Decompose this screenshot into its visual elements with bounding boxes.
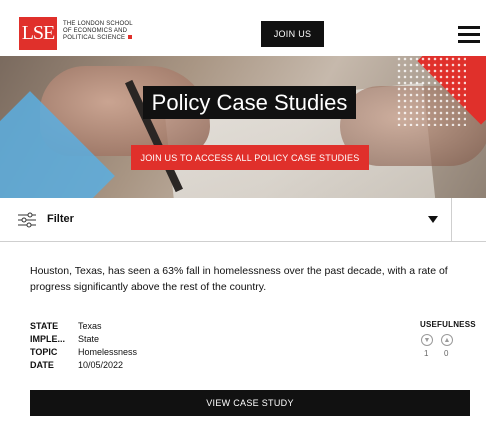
logo-line-3-text: POLITICAL SCIENCE: [63, 35, 126, 41]
view-case-study-button[interactable]: VIEW CASE STUDY: [30, 390, 470, 416]
meta-value: State: [78, 334, 100, 344]
meta-value: 10/05/2022: [78, 360, 124, 370]
lse-logo[interactable]: LSE: [19, 17, 57, 50]
thumbs-down-count: 1: [424, 349, 429, 358]
logo-red-square: [128, 35, 133, 40]
logo-line-1: THE LONDON SCHOOL: [63, 21, 133, 27]
logo-line-3: POLITICAL SCIENCE: [63, 35, 133, 42]
thumbs-up-icon[interactable]: ▲: [441, 334, 453, 346]
meta-row-topic: TOPIC Homelessness: [30, 346, 137, 359]
page-title: Policy Case Studies: [143, 86, 356, 119]
case-study-meta: STATE Texas IMPLE... State TOPIC Homeles…: [30, 320, 137, 372]
caret-down-icon[interactable]: [428, 216, 438, 223]
case-study-summary: Houston, Texas, has seen a 63% fall in h…: [30, 265, 448, 293]
meta-row-implementation: IMPLE... State: [30, 333, 137, 346]
usefulness-widget: USEFULNESS ▼ ▲ 1 0: [420, 320, 476, 358]
join-to-access-button[interactable]: JOIN US TO ACCESS ALL POLICY CASE STUDIE…: [131, 145, 369, 170]
join-us-button[interactable]: JOIN US: [261, 21, 324, 47]
filter-bar[interactable]: Filter: [0, 198, 486, 242]
meta-value: Homelessness: [78, 347, 138, 357]
usefulness-label: USEFULNESS: [420, 320, 476, 329]
usefulness-votes: ▼ ▲: [421, 334, 457, 348]
site-header: LSE THE LONDON SCHOOL OF ECONOMICS AND P…: [0, 0, 486, 56]
hamburger-menu-icon[interactable]: [458, 26, 480, 44]
meta-key: TOPIC: [30, 347, 58, 357]
sliders-icon: [18, 212, 36, 228]
logo-line-2: OF ECONOMICS AND: [63, 28, 128, 34]
meta-key: DATE: [30, 360, 54, 370]
meta-value: Texas: [78, 321, 102, 331]
hero-banner: Policy Case Studies JOIN US TO ACCESS AL…: [0, 56, 486, 198]
meta-key: STATE: [30, 321, 59, 331]
meta-key: IMPLE...: [30, 334, 66, 344]
thumbs-down-icon[interactable]: ▼: [421, 334, 433, 346]
thumbs-up-count: 0: [444, 349, 449, 358]
hero-dot-pattern: [396, 56, 466, 126]
filter-divider: [451, 198, 452, 242]
filter-label: Filter: [47, 213, 74, 225]
lse-logo-text: THE LONDON SCHOOL OF ECONOMICS AND POLIT…: [63, 21, 133, 42]
meta-row-date: DATE 10/05/2022: [30, 359, 137, 372]
meta-row-state: STATE Texas: [30, 320, 137, 333]
